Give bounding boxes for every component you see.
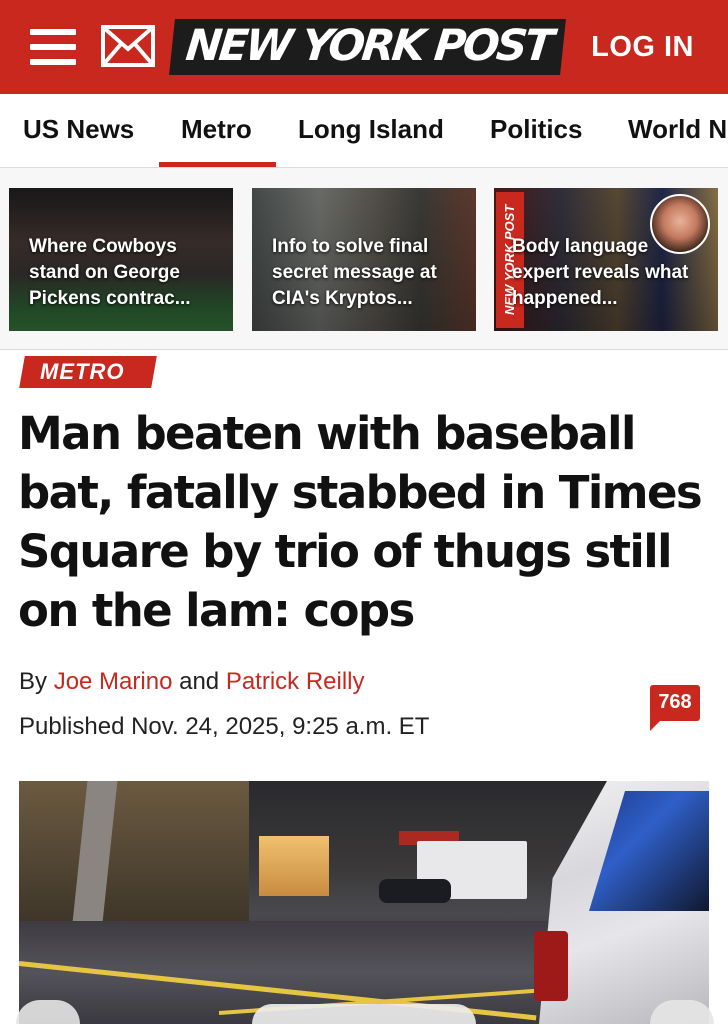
section-kicker[interactable]: METRO (40, 359, 124, 385)
site-logo[interactable]: NEW YORK POST (169, 17, 566, 77)
nav-item-metro[interactable]: Metro (181, 114, 252, 145)
top-header-bar: NEW YORK POST LOG IN (0, 0, 728, 94)
byline: By Joe Marino and Patrick Reilly (19, 668, 365, 696)
byline-join: and (179, 668, 220, 695)
author-link-joe-marino[interactable]: Joe Marino (54, 668, 173, 695)
trending-strip: Where Cowboys stand on George Pickens co… (0, 168, 728, 350)
browser-address-pill[interactable] (252, 1004, 476, 1024)
trending-card-caption: Where Cowboys stand on George Pickens co… (29, 236, 191, 309)
article-headline: Man beaten with baseball bat, fatally st… (18, 407, 703, 637)
trending-card[interactable]: Where Cowboys stand on George Pickens co… (9, 188, 233, 331)
trending-card[interactable]: Info to solve final secret message at CI… (252, 188, 476, 331)
trending-card-caption: Info to solve final secret message at CI… (272, 236, 437, 309)
comment-bubble-icon[interactable]: 768 (650, 685, 700, 733)
nav-item-us-news[interactable]: US News (23, 114, 134, 145)
trending-card[interactable]: NEW YORK POST Body language expert revea… (494, 188, 718, 331)
nav-item-long-island[interactable]: Long Island (298, 114, 444, 145)
article-lead-image[interactable] (19, 781, 709, 1024)
section-nav: US News Metro Long Island Politics World… (0, 94, 728, 168)
login-button[interactable]: LOG IN (591, 31, 694, 64)
logo-text: NEW YORK POST (169, 19, 566, 75)
trending-card-caption: Body language expert reveals what happen… (512, 236, 689, 309)
nav-item-politics[interactable]: Politics (490, 114, 582, 145)
comment-count: 768 (658, 691, 692, 713)
published-timestamp: Published Nov. 24, 2025, 9:25 a.m. ET (19, 713, 430, 740)
menu-icon[interactable] (30, 27, 76, 67)
nav-item-world-news[interactable]: World N (628, 114, 727, 145)
byline-prefix: By (19, 668, 48, 695)
author-link-patrick-reilly[interactable]: Patrick Reilly (226, 668, 365, 695)
mail-icon[interactable] (101, 25, 155, 67)
